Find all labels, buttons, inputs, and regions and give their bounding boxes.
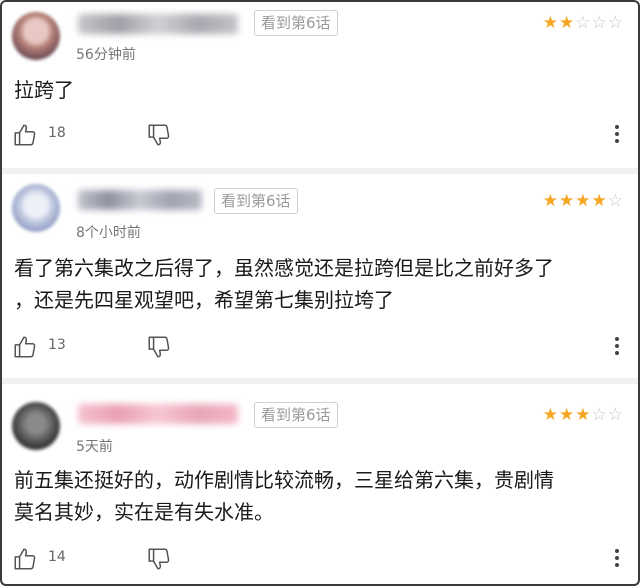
comment-text: 看了第六集改之后得了，虽然感觉还是拉跨但是比之前好多了 ，还是先四星观望吧，希望… (14, 252, 614, 316)
username-blurred[interactable] (78, 14, 238, 34)
more-vertical-icon[interactable] (612, 122, 622, 148)
thumbs-down-icon[interactable] (146, 334, 172, 360)
username-blurred[interactable] (78, 190, 202, 210)
comment-line: 拉跨了 (14, 78, 74, 102)
comment-line: 前五集还挺好的，动作剧情比较流畅，三星给第六集，贵剧情 (14, 468, 554, 492)
timestamp: 5天前 (76, 439, 113, 455)
star-filled-icon: ★★★★ (542, 191, 608, 211)
like-count: 13 (48, 337, 66, 353)
episode-badge: 看到第6话 (214, 188, 298, 214)
timestamp: 56分钟前 (76, 47, 136, 63)
avatar[interactable] (12, 12, 60, 60)
star-filled-icon: ★★★ (542, 405, 592, 425)
comment-card: 看到第6话 56分钟前 ★★☆☆☆ 拉跨了 18 (2, 2, 638, 168)
like-count: 14 (48, 549, 66, 565)
thumbs-up-icon[interactable] (12, 546, 38, 572)
comment-card: 看到第6话 8个小时前 ★★★★☆ 看了第六集改之后得了，虽然感觉还是拉跨但是比… (2, 174, 638, 378)
more-vertical-icon[interactable] (612, 546, 622, 572)
star-empty-icon: ☆ (607, 191, 624, 211)
star-filled-icon: ★★ (542, 13, 576, 33)
comment-text: 前五集还挺好的，动作剧情比较流畅，三星给第六集，贵剧情 莫名其妙，实在是有失水准… (14, 464, 614, 528)
comment-actions: 14 (12, 546, 622, 572)
comment-line: 莫名其妙，实在是有失水准。 (14, 500, 274, 524)
timestamp: 8个小时前 (76, 225, 141, 241)
star-rating: ★★★☆☆ (543, 405, 624, 425)
avatar[interactable] (12, 184, 60, 232)
thumbs-up-icon[interactable] (12, 122, 38, 148)
like-count: 18 (48, 125, 66, 141)
comment-actions: 13 (12, 334, 622, 360)
star-empty-icon: ☆☆☆ (575, 13, 624, 33)
avatar[interactable] (12, 402, 60, 450)
episode-badge: 看到第6话 (254, 10, 338, 36)
star-rating: ★★☆☆☆ (543, 13, 624, 33)
comment-line: ，还是先四星观望吧，希望第七集别拉垮了 (14, 288, 394, 312)
thumbs-down-icon[interactable] (146, 546, 172, 572)
comment-line: 看了第六集改之后得了，虽然感觉还是拉跨但是比之前好多了 (14, 256, 554, 280)
comment-list: 看到第6话 56分钟前 ★★☆☆☆ 拉跨了 18 看到第6话 8个小时前 ★★★… (0, 0, 640, 586)
episode-badge: 看到第6话 (254, 402, 338, 428)
more-vertical-icon[interactable] (612, 334, 622, 360)
comment-text: 拉跨了 (14, 74, 614, 106)
star-empty-icon: ☆☆ (591, 405, 624, 425)
thumbs-up-icon[interactable] (12, 334, 38, 360)
star-rating: ★★★★☆ (543, 191, 624, 211)
comment-actions: 18 (12, 122, 622, 148)
username-blurred[interactable] (78, 404, 238, 424)
thumbs-down-icon[interactable] (146, 122, 172, 148)
comment-card: 看到第6话 5天前 ★★★☆☆ 前五集还挺好的，动作剧情比较流畅，三星给第六集，… (2, 384, 638, 584)
